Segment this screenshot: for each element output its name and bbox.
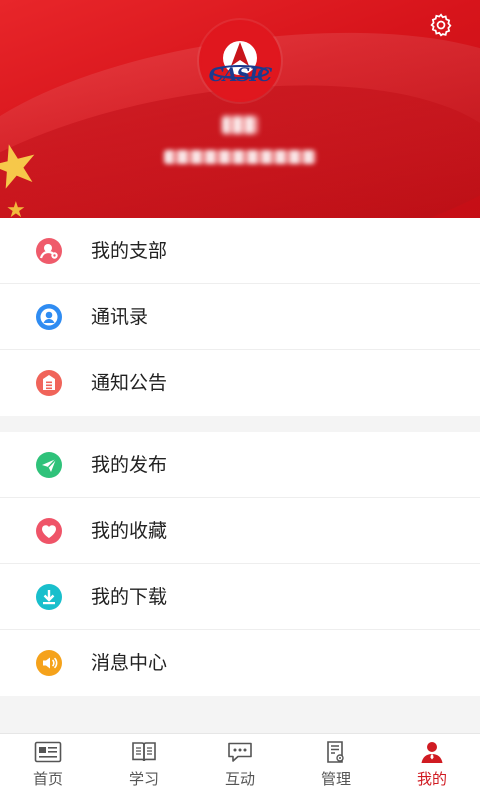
menu-item-branch[interactable]: 我的支部: [0, 218, 480, 284]
avatar[interactable]: CASIC: [199, 20, 281, 102]
send-icon: [36, 452, 62, 478]
menu-item-messages[interactable]: 消息中心: [0, 630, 480, 696]
tab-interact[interactable]: 互动: [192, 734, 288, 800]
bottom-tab-bar: 首页 学习 互动 管理 我的: [0, 733, 480, 800]
menu-item-label: 我的支部: [91, 240, 168, 262]
menu-item-label: 我的收藏: [91, 520, 168, 542]
menu-item-notice[interactable]: 通知公告: [0, 350, 480, 416]
user-org-blurred: [164, 150, 316, 164]
chat-icon: [226, 740, 254, 764]
tab-label: 首页: [32, 770, 63, 788]
branch-icon: [36, 238, 62, 264]
profile-icon: [418, 740, 446, 764]
tab-label: 学习: [128, 770, 159, 788]
tab-study[interactable]: 学习: [96, 734, 192, 800]
menu-item-label: 通讯录: [91, 306, 149, 328]
tab-mine[interactable]: 我的: [384, 734, 480, 800]
speaker-icon: [36, 650, 62, 676]
menu-item-label: 通知公告: [91, 372, 168, 394]
casic-logo-icon: [201, 22, 279, 100]
manage-doc-icon: [322, 740, 350, 764]
tab-label: 我的: [416, 770, 447, 788]
menu-item-label: 我的下载: [91, 586, 168, 608]
menu-item-label: 消息中心: [91, 652, 168, 674]
menu-group-personal: 我的支部 通讯录 通知公告: [0, 218, 480, 416]
menu-item-my-posts[interactable]: 我的发布: [0, 432, 480, 498]
tab-label: 互动: [224, 770, 255, 788]
user-name-blurred: [222, 116, 258, 134]
flag-small-star-icon: ★: [6, 198, 26, 219]
menu-item-downloads[interactable]: 我的下载: [0, 564, 480, 630]
tab-label: 管理: [320, 770, 351, 788]
contacts-icon: [36, 304, 62, 330]
menu-group-activity: 我的发布 我的收藏 我的下载 消息中心: [0, 432, 480, 696]
tab-manage[interactable]: 管理: [288, 734, 384, 800]
profile-header: ★ ★ CASIC: [0, 0, 480, 218]
menu-item-label: 我的发布: [91, 454, 168, 476]
menu-item-contacts[interactable]: 通讯录: [0, 284, 480, 350]
notice-icon: [36, 370, 62, 396]
book-icon: [130, 740, 158, 764]
heart-icon: [36, 518, 62, 544]
gear-icon[interactable]: [428, 12, 454, 38]
menu-item-favorites[interactable]: 我的收藏: [0, 498, 480, 564]
download-icon: [36, 584, 62, 610]
tab-home[interactable]: 首页: [0, 734, 96, 800]
home-card-icon: [34, 740, 62, 764]
logo-text: CASIC: [208, 64, 273, 86]
